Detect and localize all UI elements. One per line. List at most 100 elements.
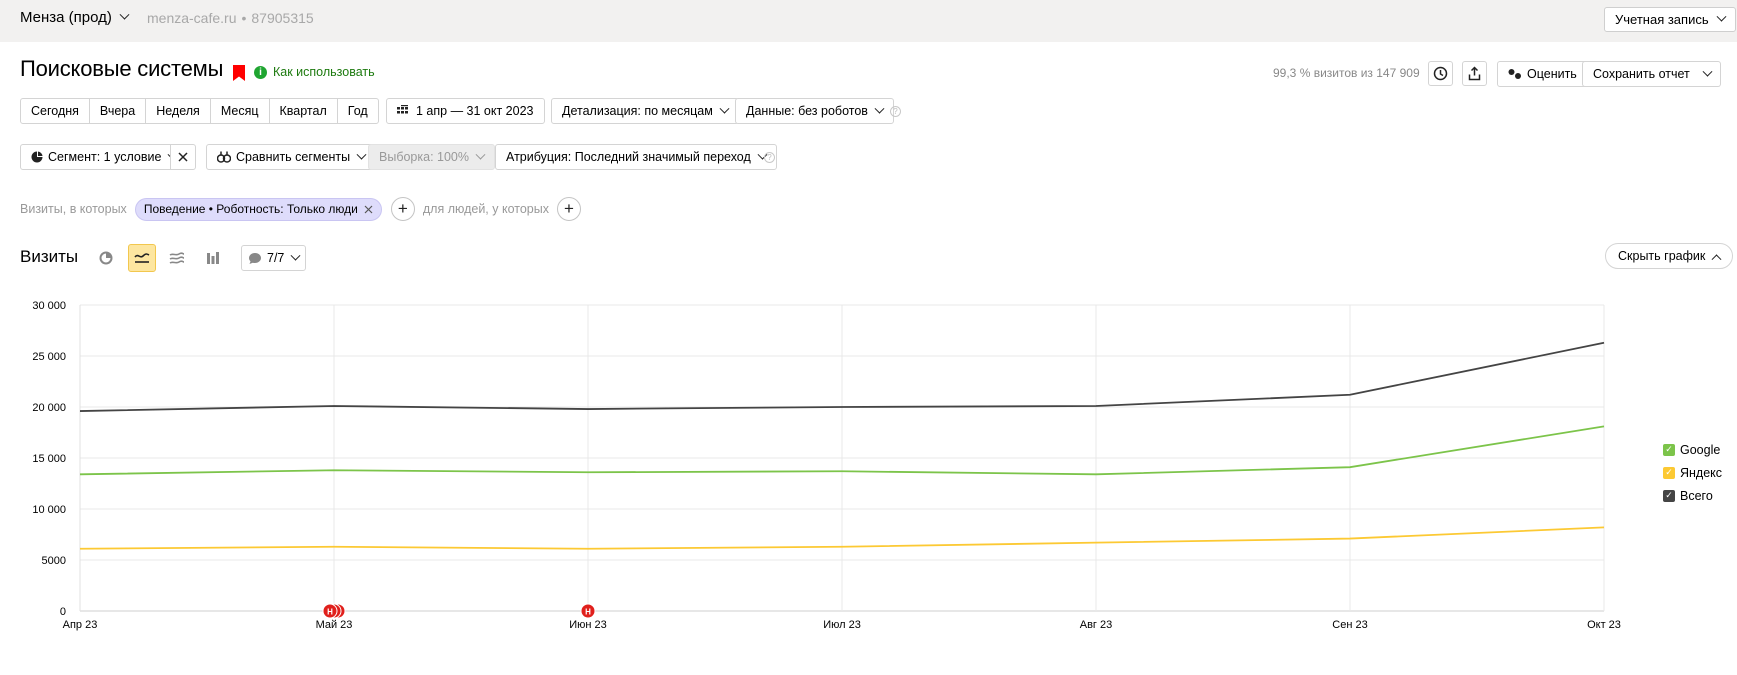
add-visit-filter-button[interactable]: + [390, 197, 415, 221]
add-people-filter-button[interactable]: + [557, 197, 581, 221]
y-tick-label: 20 000 [32, 402, 66, 414]
period-week[interactable]: Неделя [145, 98, 211, 124]
x-tick-label: Сен 23 [1332, 619, 1367, 631]
date-range-label: 1 апр — 31 окт 2023 [416, 104, 534, 118]
save-report-label: Сохранить отчет [1593, 67, 1690, 81]
hide-chart-button[interactable]: Скрыть график [1605, 243, 1734, 269]
legend-item-total[interactable]: ✓ Всего [1663, 484, 1722, 507]
line-chart-icon [134, 253, 150, 263]
x-tick-label: Июл 23 [823, 619, 861, 631]
bar-view-button[interactable] [199, 244, 227, 272]
counter-id: 87905315 [251, 10, 314, 26]
metric-label: Визиты [20, 247, 79, 266]
data-filter-label: Данные: без роботов [746, 104, 868, 118]
note-marker-label: Н [585, 608, 591, 617]
y-tick-label: 30 000 [32, 300, 66, 312]
site-info: menza-cafe.ru • 87905315 [147, 10, 314, 26]
share-icon [1468, 66, 1481, 81]
quote-icon [1508, 69, 1521, 79]
filter-chip[interactable]: Поведение • Роботность: Только люди [134, 197, 382, 221]
detail-select[interactable]: Детализация: по месяцам [551, 98, 739, 124]
filter-row: Визиты, в которых Поведение • Роботность… [20, 197, 581, 221]
sample-select[interactable]: Выборка: 100% [368, 144, 495, 170]
page-title: Поисковые системы [20, 56, 224, 81]
y-tick-label: 10 000 [32, 504, 66, 516]
export-button[interactable] [1462, 61, 1487, 86]
how-to-use-link[interactable]: i Как использовать [254, 65, 375, 79]
checkbox-icon: ✓ [1663, 489, 1675, 502]
period-month[interactable]: Месяц [209, 98, 270, 124]
hide-chart-label: Скрыть график [1618, 249, 1706, 263]
segment-clear-button[interactable] [170, 144, 196, 170]
chart-legend: ✓ Google ✓ Яндекс ✓ Всего [1663, 438, 1722, 507]
legend-item-yandex[interactable]: ✓ Яндекс [1663, 461, 1722, 484]
close-icon[interactable] [364, 205, 373, 214]
pie-view-button[interactable] [92, 244, 120, 272]
clock-icon [1433, 66, 1448, 81]
help-icon[interactable]: ? [764, 152, 775, 163]
data-filter-select[interactable]: Данные: без роботов [735, 98, 894, 124]
sample-label: Выборка: 100% [379, 150, 469, 164]
bookmark-icon[interactable] [233, 65, 245, 81]
segment-label: Сегмент: 1 условие [48, 150, 162, 164]
period-year[interactable]: Год [336, 98, 379, 124]
y-tick-label: 25 000 [32, 351, 66, 363]
help-icon[interactable]: ? [890, 106, 901, 117]
y-tick-label: 5000 [42, 555, 66, 567]
date-range-button[interactable]: 1 апр — 31 окт 2023 [386, 98, 545, 124]
bar-chart-icon [207, 252, 219, 264]
counter-selector[interactable]: Менза (прод) [20, 9, 130, 26]
how-to-use-label: Как использовать [273, 65, 375, 79]
chevron-down-icon [1702, 66, 1712, 77]
pie-chart-icon [99, 251, 113, 265]
period-presets: Сегодня Вчера Неделя Месяц Квартал Год [20, 98, 379, 124]
attribution-label: Атрибуция: Последний значимый переход [506, 150, 751, 164]
separator-dot: • [241, 10, 247, 26]
calendar-icon [397, 105, 408, 114]
line-view-button[interactable] [128, 244, 156, 272]
y-tick-label: 0 [60, 606, 66, 618]
history-button[interactable] [1428, 61, 1453, 86]
chevron-down-icon [356, 149, 367, 160]
comment-icon [249, 252, 261, 264]
top-bar: Менза (прод) menza-cafe.ru • 87905315 Учет… [0, 0, 1737, 42]
compare-segments-label: Сравнить сегменты [236, 150, 351, 164]
compare-icon [217, 151, 231, 163]
rate-button[interactable]: Оценить [1497, 61, 1588, 87]
account-button[interactable]: Учетная запись [1604, 7, 1736, 32]
detail-label: Детализация: по месяцам [562, 104, 713, 118]
account-label: Учетная запись [1615, 12, 1709, 27]
rate-label: Оценить [1527, 67, 1577, 81]
visits-line-chart: 0 5000 10 000 15 000 20 000 25 000 30 000 Апр 2… [32, 300, 1621, 631]
save-report-button[interactable]: Сохранить отчет [1582, 61, 1701, 87]
legend-label: Всего [1680, 488, 1713, 503]
legend-label: Google [1680, 442, 1721, 457]
area-chart-icon [169, 251, 185, 264]
legend-label: Яндекс [1680, 465, 1723, 480]
segment-select[interactable]: Сегмент: 1 условие [20, 144, 188, 170]
checkbox-icon: ✓ [1663, 466, 1675, 479]
period-today[interactable]: Сегодня [20, 98, 90, 124]
compare-segments-select[interactable]: Сравнить сегменты [206, 144, 377, 170]
site-domain: menza-cafe.ru [147, 10, 237, 26]
notes-count: 7/7 [267, 251, 285, 265]
pie-icon [31, 151, 43, 163]
legend-item-google[interactable]: ✓ Google [1663, 438, 1722, 461]
attribution-select[interactable]: Атрибуция: Последний значимый переход [495, 144, 777, 170]
visits-share: 99,3 % визитов из 147 909 [1273, 66, 1420, 80]
info-icon: i [254, 65, 267, 79]
counter-name: Менза (прод) [20, 9, 112, 26]
chevron-up-icon [1711, 253, 1722, 264]
x-tick-label: Апр 23 [63, 619, 98, 631]
people-filter-label: для людей, у которых [422, 202, 549, 216]
area-view-button[interactable] [163, 244, 191, 272]
period-quarter[interactable]: Квартал [268, 98, 338, 124]
chevron-down-icon [1716, 11, 1727, 22]
chevron-down-icon [719, 103, 730, 114]
visits-filter-label: Визиты, в которых [20, 202, 127, 216]
note-marker-label: Н [327, 608, 333, 617]
notes-filter-button[interactable]: 7/7 [241, 245, 307, 271]
period-yesterday[interactable]: Вчера [88, 98, 147, 124]
chevron-down-icon [475, 149, 486, 160]
save-options-button[interactable] [1691, 61, 1721, 87]
